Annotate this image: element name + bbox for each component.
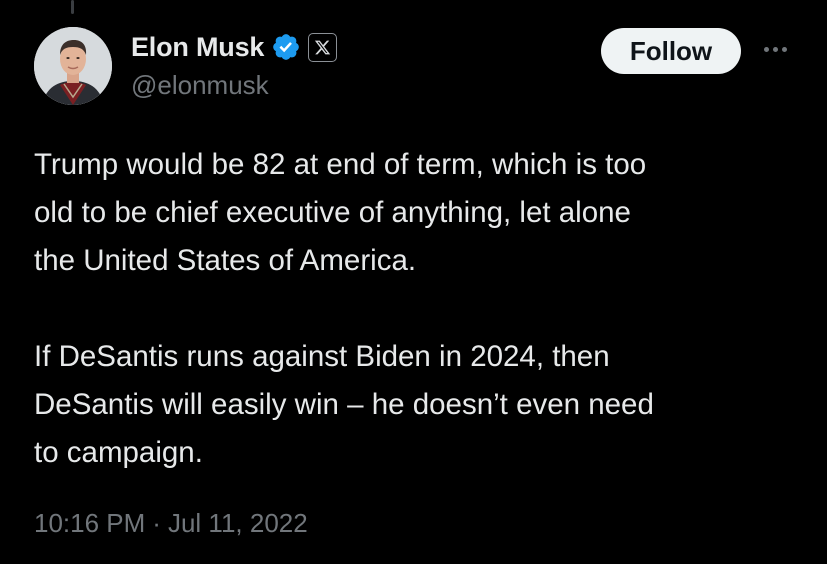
tweet-paragraph: If DeSantis runs against Biden in 2024, … [34,340,654,469]
tweet-paragraph: Trump would be 82 at end of term, which … [34,148,647,277]
author-display-name[interactable]: Elon Musk [131,32,264,63]
tweet-card: Elon Musk @elonmusk Follow Trump would b… [0,0,827,564]
more-dot [781,46,787,52]
follow-button[interactable]: Follow [601,28,741,74]
tweet-date: Jul 11, 2022 [167,508,308,538]
avatar-image [34,27,112,105]
tweet-text: Trump would be 82 at end of term, which … [34,141,804,477]
tweet-time: 10:16 PM [34,508,146,538]
author-handle[interactable]: @elonmusk [131,70,269,101]
more-dot [772,46,778,52]
more-dot [763,46,769,52]
avatar[interactable] [34,27,112,105]
author-name-row: Elon Musk [131,30,338,64]
more-options-icon[interactable] [758,34,792,64]
thread-connector-line [71,0,74,14]
tweet-timestamp[interactable]: 10:16 PM · Jul 11, 2022 [34,508,308,539]
x-logo-icon [315,40,331,54]
x-affiliate-badge[interactable] [308,32,338,62]
verified-badge-icon[interactable] [271,32,301,62]
timestamp-separator: · [152,508,161,538]
